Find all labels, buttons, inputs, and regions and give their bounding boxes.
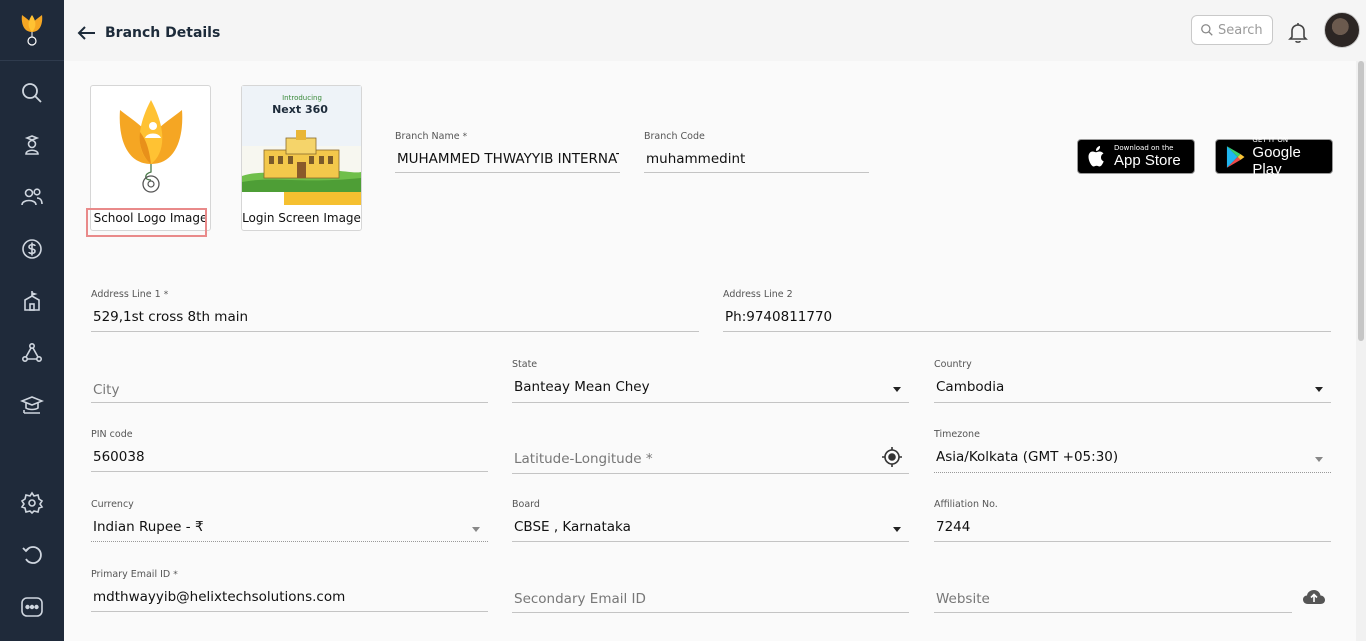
address-line-1-value[interactable]: 529,1st cross 8th main: [93, 309, 248, 325]
affiliation-no-value[interactable]: 7244: [936, 519, 970, 535]
users-icon[interactable]: [16, 181, 48, 213]
secondary-email-field[interactable]: Secondary Email ID: [512, 569, 909, 613]
board-select[interactable]: Board CBSE , Karnataka: [512, 499, 909, 542]
user-avatar[interactable]: [1324, 12, 1360, 48]
address-line-2-value[interactable]: Ph:9740811770: [725, 309, 832, 325]
apple-icon: [1088, 145, 1104, 166]
required-mark: *: [462, 132, 468, 142]
chevron-down-icon[interactable]: [893, 387, 901, 392]
address-line-2-field[interactable]: Address Line 2 Ph:9740811770: [723, 289, 1331, 332]
city-placeholder[interactable]: City: [93, 382, 119, 398]
state-select[interactable]: State Banteay Mean Chey: [512, 359, 909, 403]
bell-icon[interactable]: [1286, 20, 1310, 44]
more-icon[interactable]: [16, 591, 48, 623]
refresh-icon[interactable]: [16, 539, 48, 571]
currency-select[interactable]: Currency Indian Rupee - ₹: [91, 499, 488, 542]
branch-name-label: Branch Name: [395, 131, 460, 142]
board-value[interactable]: CBSE , Karnataka: [514, 519, 631, 535]
back-arrow-icon[interactable]: [76, 22, 98, 44]
search-icon[interactable]: [16, 77, 48, 109]
branch-code-label: Branch Code: [644, 131, 705, 142]
currency-label: Currency: [91, 499, 134, 510]
google-play-button[interactable]: GET IT ON Google Play: [1215, 135, 1333, 178]
google-play-icon: [1226, 145, 1245, 168]
primary-email-value[interactable]: mdthwayyib@helixtechsolutions.com: [93, 589, 345, 605]
branch-code-value[interactable]: muhammedint: [646, 151, 745, 167]
academics-icon[interactable]: [16, 389, 48, 421]
address-line-2-label: Address Line 2: [723, 289, 793, 300]
affiliation-no-field[interactable]: Affiliation No. 7244: [934, 499, 1331, 542]
chevron-down-icon[interactable]: [472, 527, 480, 532]
pin-code-field[interactable]: PIN code 560038: [91, 429, 488, 472]
network-icon[interactable]: [16, 337, 48, 369]
country-value[interactable]: Cambodia: [936, 379, 1004, 395]
app-store-button[interactable]: Download on the App Store: [1077, 139, 1195, 174]
app-store-small-text: Download on the: [1114, 144, 1174, 152]
google-play-text: Google Play: [1252, 143, 1301, 178]
login-screen-caption: Login Screen Image: [242, 211, 361, 225]
timezone-label: Timezone: [934, 429, 980, 440]
state-value[interactable]: Banteay Mean Chey: [514, 379, 650, 395]
google-play-small-text: GET IT ON: [1252, 135, 1289, 144]
board-label: Board: [512, 499, 540, 510]
login-image-next: Next 360: [272, 103, 328, 116]
page-title: Branch Details: [105, 25, 221, 41]
branch-name-field[interactable]: Branch Name * MUHAMMED THWAYYIB INTERNAT…: [395, 131, 620, 173]
city-field[interactable]: City: [91, 359, 488, 403]
required-mark: *: [173, 570, 178, 580]
timezone-value[interactable]: Asia/Kolkata (GMT +05:30): [936, 449, 1118, 465]
pin-code-value[interactable]: 560038: [93, 449, 145, 465]
app-store-text: App Store: [1114, 152, 1181, 169]
scrollbar-thumb[interactable]: [1358, 61, 1364, 341]
website-placeholder[interactable]: Website: [936, 591, 990, 607]
login-screen-image: Introducing Next 360: [242, 86, 361, 205]
finance-icon[interactable]: [16, 233, 48, 265]
student-icon[interactable]: [16, 129, 48, 161]
settings-icon[interactable]: [16, 487, 48, 519]
login-image-introducing: Introducing: [282, 94, 322, 102]
address-line-1-field[interactable]: Address Line 1 * 529,1st cross 8th main: [91, 289, 699, 332]
country-label: Country: [934, 359, 972, 370]
scrollbar[interactable]: [1356, 61, 1366, 641]
branch-code-field[interactable]: Branch Code muhammedint: [644, 131, 869, 173]
address-line-1-label: Address Line 1: [91, 289, 161, 300]
latitude-longitude-placeholder[interactable]: Latitude-Longitude *: [514, 451, 653, 467]
top-header: Branch Details: [64, 0, 1366, 61]
affiliation-no-label: Affiliation No.: [934, 499, 998, 510]
chevron-down-icon[interactable]: [893, 527, 901, 532]
latitude-longitude-field[interactable]: Latitude-Longitude *: [512, 429, 909, 474]
primary-email-field[interactable]: Primary Email ID * mdthwayyib@helixtechs…: [91, 569, 488, 612]
sidebar: [0, 0, 64, 641]
search-input[interactable]: [1218, 22, 1270, 38]
search-icon: [1201, 24, 1213, 36]
website-field[interactable]: Website: [934, 569, 1292, 613]
required-mark: *: [163, 290, 169, 300]
tulip-logo-icon: [21, 15, 43, 46]
primary-email-label: Primary Email ID: [91, 569, 171, 580]
secondary-email-placeholder[interactable]: Secondary Email ID: [514, 591, 646, 607]
chevron-down-icon[interactable]: [1315, 387, 1323, 392]
search-box[interactable]: [1191, 15, 1273, 45]
cloud-upload-icon[interactable]: [1302, 587, 1326, 607]
chevron-down-icon[interactable]: [1315, 457, 1323, 462]
currency-value[interactable]: Indian Rupee - ₹: [93, 519, 204, 535]
school-icon[interactable]: [16, 285, 48, 317]
timezone-select[interactable]: Timezone Asia/Kolkata (GMT +05:30): [934, 429, 1331, 473]
country-select[interactable]: Country Cambodia: [934, 359, 1331, 403]
location-target-icon[interactable]: [881, 446, 903, 468]
pin-code-label: PIN code: [91, 429, 133, 440]
school-logo-image: [119, 100, 183, 193]
school-logo-caption-highlight: [86, 208, 207, 237]
state-label: State: [512, 359, 538, 370]
login-screen-card[interactable]: Introducing Next 360 Login Screen Image: [241, 85, 362, 231]
branch-name-value[interactable]: MUHAMMED THWAYYIB INTERNATIONAL: [397, 151, 619, 167]
app-logo[interactable]: [0, 0, 64, 61]
